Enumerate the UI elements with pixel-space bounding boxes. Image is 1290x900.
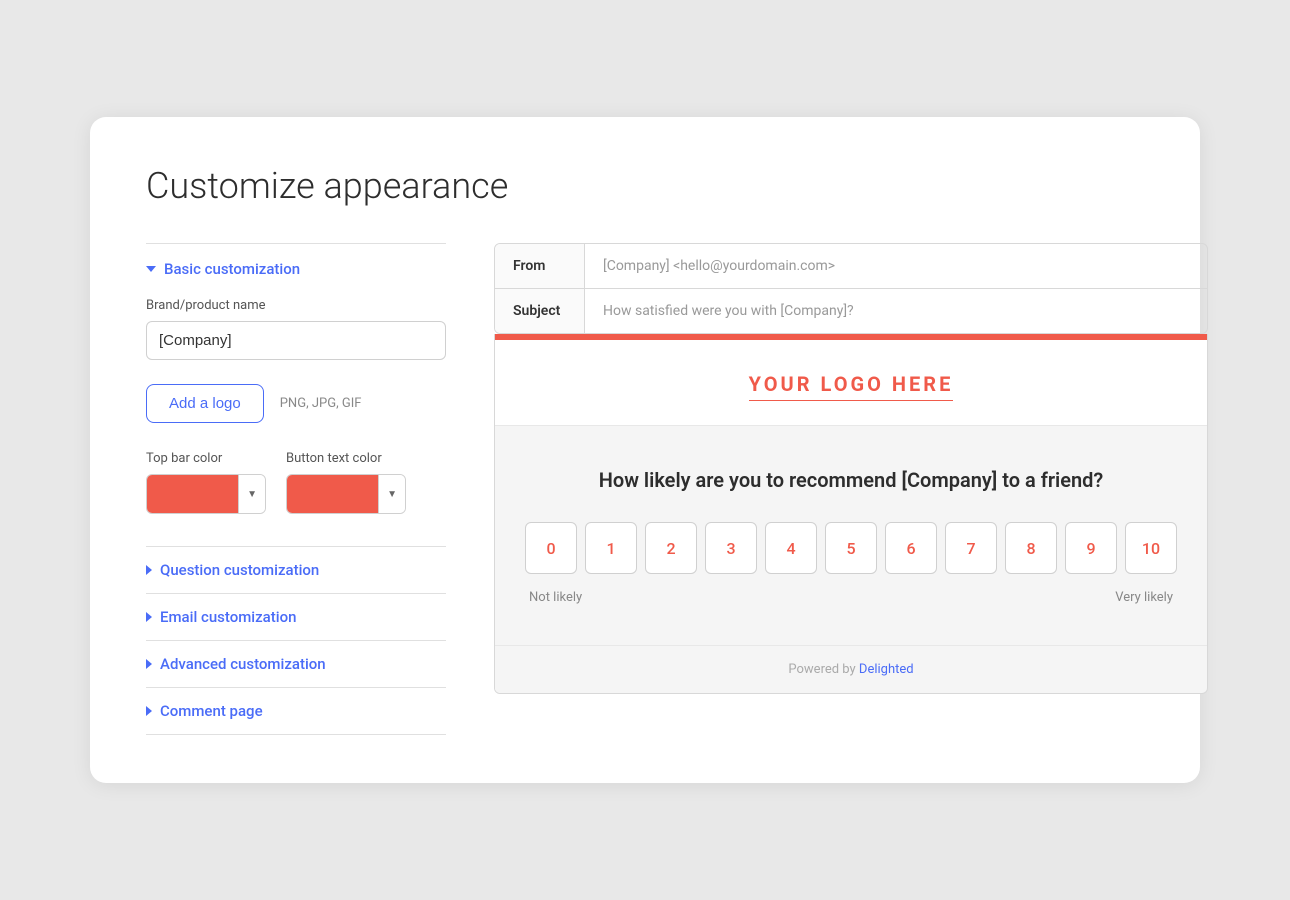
email-from-row: From [Company] <hello@yourdomain.com> xyxy=(495,244,1207,289)
subject-value: How satisfied were you with [Company]? xyxy=(585,289,1207,333)
button-text-color-swatch xyxy=(287,475,378,513)
nps-btn-8[interactable]: 8 xyxy=(1005,522,1057,574)
nps-btn-10[interactable]: 10 xyxy=(1125,522,1177,574)
sidebar-item-comment[interactable]: Comment page xyxy=(146,687,446,735)
brand-input[interactable] xyxy=(146,321,446,360)
chevron-down-icon xyxy=(146,266,156,272)
top-bar-color-dropdown-icon: ▼ xyxy=(238,475,265,513)
nps-btn-1[interactable]: 1 xyxy=(585,522,637,574)
nps-scale: 0 1 2 3 4 5 6 7 8 9 10 xyxy=(525,522,1177,574)
add-logo-button[interactable]: Add a logo xyxy=(146,384,264,423)
button-text-color-picker[interactable]: ▼ xyxy=(286,474,406,514)
very-likely-label: Very likely xyxy=(1115,590,1173,605)
preview-logo-area: YOUR LOGO HERE xyxy=(495,340,1207,426)
sidebar-item-question[interactable]: Question customization xyxy=(146,546,446,593)
nps-btn-9[interactable]: 9 xyxy=(1065,522,1117,574)
top-bar-color-swatch xyxy=(147,475,238,513)
top-bar-color-field: Top bar color ▼ xyxy=(146,451,266,514)
color-row: Top bar color ▼ Button text color ▼ xyxy=(146,451,446,514)
nps-btn-0[interactable]: 0 xyxy=(525,522,577,574)
page-title: Customize appearance xyxy=(146,165,1144,207)
logo-hint: PNG, JPG, GIF xyxy=(280,396,362,411)
sidebar-item-email[interactable]: Email customization xyxy=(146,593,446,640)
main-content: Basic customization Brand/product name A… xyxy=(146,243,1144,735)
comment-page-label: Comment page xyxy=(160,702,263,720)
preview-question: How likely are you to recommend [Company… xyxy=(525,466,1177,494)
button-text-color-field: Button text color ▼ xyxy=(286,451,406,514)
left-panel: Basic customization Brand/product name A… xyxy=(146,243,446,735)
logo-placeholder-text: YOUR LOGO HERE xyxy=(749,372,954,396)
email-subject-row: Subject How satisfied were you with [Com… xyxy=(495,289,1207,333)
right-panel: From [Company] <hello@yourdomain.com> Su… xyxy=(494,243,1208,735)
top-bar-color-picker[interactable]: ▼ xyxy=(146,474,266,514)
nps-btn-6[interactable]: 6 xyxy=(885,522,937,574)
top-bar-color-label: Top bar color xyxy=(146,451,266,466)
email-preview: YOUR LOGO HERE How likely are you to rec… xyxy=(494,334,1208,694)
chevron-right-icon-comment xyxy=(146,706,152,716)
chevron-right-icon-email xyxy=(146,612,152,622)
top-divider xyxy=(146,243,446,244)
chevron-right-icon-question xyxy=(146,565,152,575)
nps-labels: Not likely Very likely xyxy=(525,590,1177,605)
logo-placeholder: YOUR LOGO HERE xyxy=(749,372,954,401)
advanced-customization-label: Advanced customization xyxy=(160,655,326,673)
email-meta-wrapper: From [Company] <hello@yourdomain.com> Su… xyxy=(494,243,1208,334)
nps-btn-4[interactable]: 4 xyxy=(765,522,817,574)
preview-body: How likely are you to recommend [Company… xyxy=(495,426,1207,645)
logo-row: Add a logo PNG, JPG, GIF xyxy=(146,384,446,423)
from-label: From xyxy=(495,244,585,288)
powered-by-text: Powered by xyxy=(788,662,859,677)
email-customization-label: Email customization xyxy=(160,608,296,626)
brand-label: Brand/product name xyxy=(146,298,446,313)
sidebar-item-advanced[interactable]: Advanced customization xyxy=(146,640,446,687)
button-text-color-label: Button text color xyxy=(286,451,406,466)
basic-customization-header[interactable]: Basic customization xyxy=(146,260,446,278)
from-value: [Company] <hello@yourdomain.com> xyxy=(585,244,1207,288)
not-likely-label: Not likely xyxy=(529,590,582,605)
nps-btn-2[interactable]: 2 xyxy=(645,522,697,574)
nps-btn-3[interactable]: 3 xyxy=(705,522,757,574)
question-customization-label: Question customization xyxy=(160,561,319,579)
basic-customization-label: Basic customization xyxy=(164,260,300,278)
preview-footer: Powered by Delighted xyxy=(495,645,1207,693)
main-card: Customize appearance Basic customization… xyxy=(90,117,1200,783)
subject-label: Subject xyxy=(495,289,585,333)
nps-btn-5[interactable]: 5 xyxy=(825,522,877,574)
nps-btn-7[interactable]: 7 xyxy=(945,522,997,574)
chevron-right-icon-advanced xyxy=(146,659,152,669)
button-text-color-dropdown-icon: ▼ xyxy=(378,475,405,513)
delighted-link[interactable]: Delighted xyxy=(859,662,914,677)
